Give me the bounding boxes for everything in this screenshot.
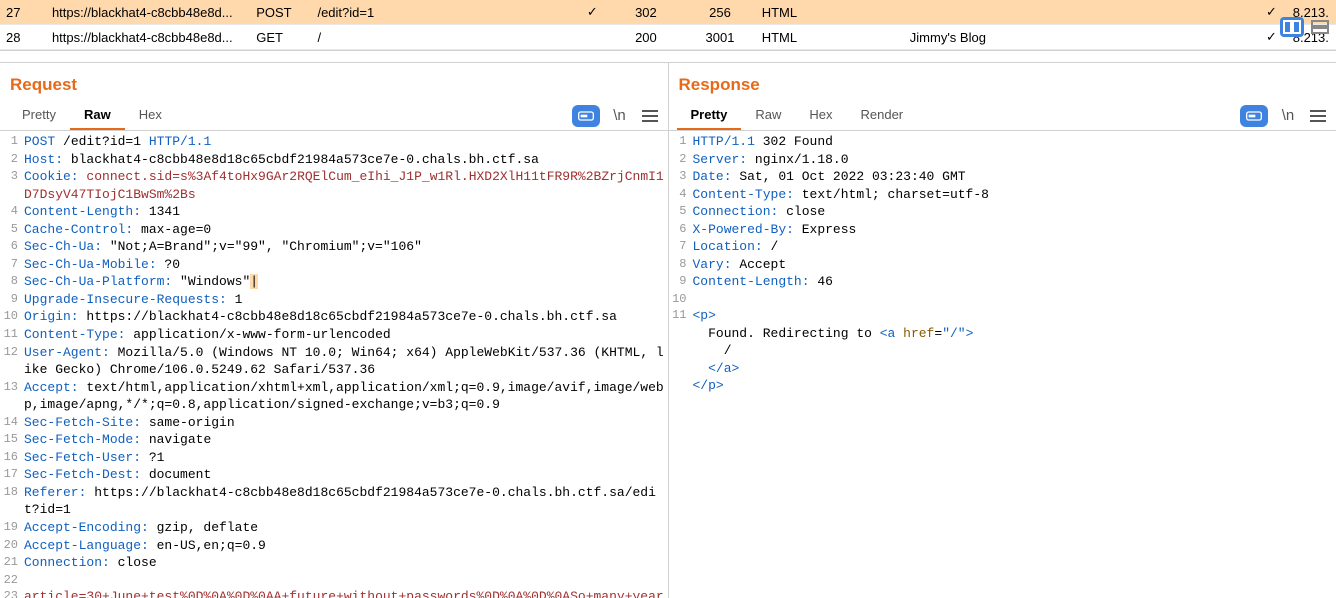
response-code[interactable]: 1HTTP/1.1 302 Found2Server: nginx/1.18.0…	[669, 131, 1336, 598]
tab-hex[interactable]: Hex	[125, 101, 176, 130]
layout-rows-icon[interactable]	[1308, 17, 1332, 37]
tab-hex[interactable]: Hex	[795, 101, 846, 130]
cell-status: 200	[608, 25, 685, 50]
history-table: 27https://blackhat4-c8cbb48e8d...POST/ed…	[0, 0, 1336, 50]
panes: Request PrettyRawHex \n 1POST /edit?id=1…	[0, 62, 1336, 598]
code-line: 11Content-Type: application/x-www-form-u…	[0, 326, 668, 344]
code-line: 16Sec-Fetch-User: ?1	[0, 449, 668, 467]
code-line: 1HTTP/1.1 302 Found	[669, 133, 1336, 151]
layout-columns-icon[interactable]	[1280, 17, 1304, 37]
code-line: 17Sec-Fetch-Dest: document	[0, 466, 668, 484]
table-row[interactable]: 28https://blackhat4-c8cbb48e8d...GET/ 200…	[0, 25, 1336, 50]
code-line: 10Origin: https://blackhat4-c8cbb48e8d18…	[0, 308, 668, 326]
code-line: 2Host: blackhat4-c8cbb48e8d18c65cbdf2198…	[0, 151, 668, 169]
tab-pretty[interactable]: Pretty	[8, 101, 70, 130]
cell-host: https://blackhat4-c8cbb48e8d...	[46, 25, 250, 50]
code-line: 6X-Powered-By: Express	[669, 221, 1336, 239]
code-line: </p>	[669, 377, 1336, 395]
code-line: 3Date: Sat, 01 Oct 2022 03:23:40 GMT	[669, 168, 1336, 186]
code-line: Found. Redirecting to <a href="/">	[669, 325, 1336, 343]
request-title: Request	[0, 63, 668, 101]
tab-pretty[interactable]: Pretty	[677, 101, 742, 130]
code-line: 7Sec-Ch-Ua-Mobile: ?0	[0, 256, 668, 274]
cell-mime: HTML	[756, 25, 904, 50]
code-line: 11<p>	[669, 307, 1336, 325]
cell-check1: ✓	[577, 0, 608, 25]
code-line: 1POST /edit?id=1 HTTP/1.1	[0, 133, 668, 151]
table-row[interactable]: 27https://blackhat4-c8cbb48e8d...POST/ed…	[0, 0, 1336, 25]
newline-icon[interactable]: \n	[610, 106, 630, 126]
code-line: 3Cookie: connect.sid=s%3Af4toHx9GAr2RQEl…	[0, 168, 668, 203]
cell-status: 302	[608, 0, 685, 25]
code-line: 9Upgrade-Insecure-Requests: 1	[0, 291, 668, 309]
cell-title	[904, 0, 1103, 25]
code-line: 18Referer: https://blackhat4-c8cbb48e8d1…	[0, 484, 668, 519]
code-line: 8Vary: Accept	[669, 256, 1336, 274]
hamburger-icon[interactable]	[1308, 108, 1328, 124]
cell-title: Jimmy's Blog	[904, 25, 1103, 50]
cell-length: 3001	[684, 25, 755, 50]
code-line: 20Accept-Language: en-US,en;q=0.9	[0, 537, 668, 555]
code-line: 2Server: nginx/1.18.0	[669, 151, 1336, 169]
code-line: 23article=30+June+test%0D%0A%0D%0AA+futu…	[0, 588, 668, 598]
response-tab-actions: \n	[1240, 105, 1328, 127]
code-line: 13Accept: text/html,application/xhtml+xm…	[0, 379, 668, 414]
code-line: 9Content-Length: 46	[669, 273, 1336, 291]
code-line: 7Location: /	[669, 238, 1336, 256]
cell-method: POST	[250, 0, 311, 25]
cell-comment	[1103, 0, 1256, 25]
code-line: 22	[0, 572, 668, 588]
actions-icon[interactable]	[1240, 105, 1268, 127]
cell-host: https://blackhat4-c8cbb48e8d...	[46, 0, 250, 25]
cell-method: GET	[250, 25, 311, 50]
tab-raw[interactable]: Raw	[741, 101, 795, 130]
request-tabs: PrettyRawHex	[8, 101, 176, 130]
response-title: Response	[669, 63, 1336, 101]
code-line: 8Sec-Ch-Ua-Platform: "Windows"|	[0, 273, 668, 291]
tab-render[interactable]: Render	[847, 101, 918, 130]
code-line: /	[669, 342, 1336, 360]
cell-path: /	[311, 25, 577, 50]
cell-comment	[1103, 25, 1256, 50]
request-pane: Request PrettyRawHex \n 1POST /edit?id=1…	[0, 63, 669, 598]
response-tabs: PrettyRawHexRender	[677, 101, 918, 130]
actions-icon[interactable]	[572, 105, 600, 127]
code-line: 14Sec-Fetch-Site: same-origin	[0, 414, 668, 432]
response-pane: Response PrettyRawHexRender \n 1HTTP/1.1…	[669, 63, 1336, 598]
code-line: 5Cache-Control: max-age=0	[0, 221, 668, 239]
cell-path: /edit?id=1	[311, 0, 577, 25]
code-line: 4Content-Length: 1341	[0, 203, 668, 221]
hamburger-icon[interactable]	[640, 108, 660, 124]
cell-num: 28	[0, 25, 46, 50]
code-line: 6Sec-Ch-Ua: "Not;A=Brand";v="99", "Chrom…	[0, 238, 668, 256]
code-line: 19Accept-Encoding: gzip, deflate	[0, 519, 668, 537]
cell-num: 27	[0, 0, 46, 25]
code-line: 21Connection: close	[0, 554, 668, 572]
cell-mime: HTML	[756, 0, 904, 25]
code-line: 10	[669, 291, 1336, 307]
request-code[interactable]: 1POST /edit?id=1 HTTP/1.12Host: blackhat…	[0, 131, 668, 598]
code-line: 4Content-Type: text/html; charset=utf-8	[669, 186, 1336, 204]
request-tab-actions: \n	[572, 105, 660, 127]
code-line: </a>	[669, 360, 1336, 378]
tab-raw[interactable]: Raw	[70, 101, 125, 130]
spacer	[0, 50, 1336, 62]
layout-toggles	[1280, 17, 1336, 37]
cell-length: 256	[684, 0, 755, 25]
response-tab-row: PrettyRawHexRender \n	[669, 101, 1336, 131]
newline-icon[interactable]: \n	[1278, 106, 1298, 126]
code-line: 15Sec-Fetch-Mode: navigate	[0, 431, 668, 449]
code-line: 5Connection: close	[669, 203, 1336, 221]
code-line: 12User-Agent: Mozilla/5.0 (Windows NT 10…	[0, 344, 668, 379]
request-tab-row: PrettyRawHex \n	[0, 101, 668, 131]
cell-check1	[577, 25, 608, 50]
